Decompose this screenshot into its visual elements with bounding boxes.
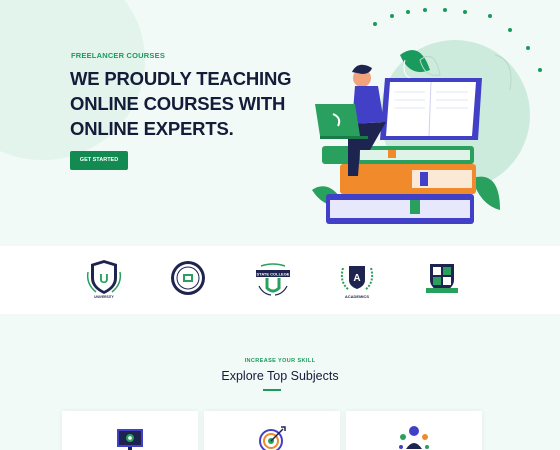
- design-icon: [117, 429, 143, 450]
- shield-crest-logo: [426, 264, 458, 293]
- svg-text:A: A: [353, 273, 360, 284]
- academics-logo: A ACADEMICS: [340, 266, 374, 299]
- svg-text:UNIVERSITY: UNIVERSITY: [94, 295, 115, 299]
- subjects-section: INCREASE YOUR SKILL Explore Top Subjects: [0, 314, 560, 450]
- subject-card[interactable]: [204, 411, 340, 450]
- subject-card[interactable]: [346, 411, 482, 450]
- partner-logos-strip: U UNIVERSITY STATE COLLEGE A ACADEMICS: [0, 246, 560, 314]
- hero-headline: WE PROUDLY TEACHING ONLINE COURSES WITH …: [70, 66, 310, 141]
- svg-text:ACADEMICS: ACADEMICS: [345, 294, 370, 299]
- subjects-eyebrow: INCREASE YOUR SKILL: [244, 358, 316, 364]
- target-icon: [259, 426, 286, 450]
- laptop-icon: [315, 104, 360, 136]
- subjects-title: Explore Top Subjects: [221, 369, 339, 383]
- circle-seal-logo: [171, 261, 205, 295]
- title-underline: [263, 389, 281, 391]
- subject-card[interactable]: [62, 411, 198, 450]
- headline-line: ONLINE EXPERTS.: [70, 118, 234, 139]
- get-started-button[interactable]: GET STARTED: [70, 151, 128, 170]
- leaf-icon: [472, 176, 500, 210]
- hero-eyebrow: FREELANCER COURSES: [71, 51, 166, 60]
- hero-section: FREELANCER COURSES WE PROUDLY TEACHING O…: [0, 0, 560, 246]
- university-logo: U UNIVERSITY: [86, 260, 122, 299]
- state-college-logo: STATE COLLEGE: [256, 263, 290, 296]
- hero-illustration: [312, 8, 542, 224]
- svg-text:STATE COLLEGE: STATE COLLEGE: [257, 272, 290, 277]
- svg-text:U: U: [99, 271, 108, 286]
- headline-line: WE PROUDLY TEACHING: [70, 68, 292, 89]
- headline-line: ONLINE COURSES WITH: [70, 93, 286, 114]
- team-icon: [399, 426, 429, 449]
